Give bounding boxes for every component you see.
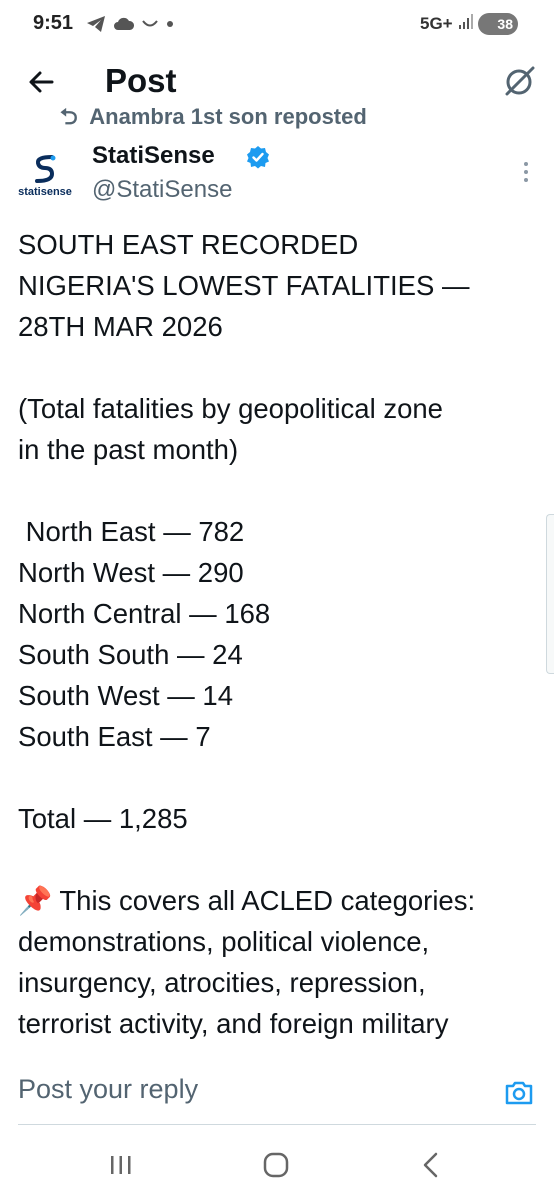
back-button[interactable] — [22, 62, 62, 102]
author-handle[interactable]: @StatiSense — [92, 176, 232, 204]
post-content-viewport: SOUTH EAST RECORDED NIGERIA'S LOWEST FAT… — [0, 224, 554, 1056]
cloud-icon — [113, 17, 134, 30]
headline-line: NIGERIA'S LOWEST FATALITIES — — [18, 270, 470, 301]
recent-apps-icon[interactable] — [108, 1154, 134, 1176]
telegram-icon — [87, 15, 105, 32]
more-options-button[interactable] — [516, 160, 536, 184]
more-vertical-icon — [524, 162, 528, 182]
zone-line: South South — 24 — [18, 639, 243, 670]
zone-line: North West — 290 — [18, 557, 244, 588]
headline-line: 28TH MAR 2026 — [18, 311, 223, 342]
zone-line: South East — 7 — [18, 721, 211, 752]
grok-button[interactable] — [500, 62, 540, 102]
post-text: SOUTH EAST RECORDED NIGERIA'S LOWEST FAT… — [18, 224, 538, 1056]
dot-icon — [167, 20, 174, 27]
back-icon[interactable] — [420, 1151, 442, 1179]
avatar-logo-text: statisense — [18, 186, 72, 198]
zone-line: South West — 14 — [18, 680, 234, 711]
status-bar: 9:51 5G+ 38 — [0, 0, 554, 50]
camera-button[interactable] — [502, 1076, 536, 1110]
battery-indicator: 38 — [478, 13, 518, 35]
reply-underline — [18, 1124, 536, 1125]
battery-level: 38 — [497, 16, 513, 32]
camera-icon — [505, 1081, 533, 1105]
note-line: terrorist activity, and foreign military — [18, 1008, 449, 1039]
page-title: Post — [105, 62, 177, 99]
status-notification-icons — [86, 13, 174, 33]
author-name[interactable]: StatiSense — [92, 142, 215, 170]
subtitle-line: (Total fatalities by geopolitical zone — [18, 393, 443, 424]
scrollbar-handle[interactable] — [546, 514, 554, 674]
home-icon[interactable] — [263, 1152, 289, 1178]
avatar[interactable]: statisense — [18, 150, 72, 204]
repost-context[interactable]: ⮌ Anambra 1st son reposted — [0, 108, 554, 134]
smile-icon — [142, 19, 159, 27]
reply-composer: Post your reply — [0, 1056, 554, 1136]
top-app-bar: Post — [0, 52, 554, 112]
status-time: 9:51 — [33, 12, 74, 34]
note-line: 📌 This covers all ACLED categories: — [18, 885, 476, 916]
note-line: insurgency, atrocities, repression, — [18, 967, 426, 998]
total-line: Total — 1,285 — [18, 803, 188, 834]
note-line: demonstrations, political violence, — [18, 926, 430, 957]
subtitle-line: in the past month) — [18, 434, 239, 465]
repost-text: Anambra 1st son reposted — [89, 108, 367, 129]
zone-line: North East — 782 — [18, 516, 245, 547]
grok-icon — [505, 66, 535, 96]
note-line: engagement. — [18, 1044, 538, 1056]
verified-badge-icon — [247, 146, 269, 169]
back-arrow-icon — [29, 71, 54, 93]
statisense-logo-icon — [35, 155, 56, 183]
zone-line: North Central — 168 — [18, 598, 271, 629]
signal-icon — [458, 12, 474, 34]
network-type: 5G+ — [420, 14, 453, 33]
headline-line: SOUTH EAST RECORDED — [18, 229, 359, 260]
repost-icon: ⮌ — [60, 108, 78, 129]
system-navigation-bar — [0, 1136, 554, 1200]
reply-input[interactable]: Post your reply — [18, 1074, 198, 1105]
